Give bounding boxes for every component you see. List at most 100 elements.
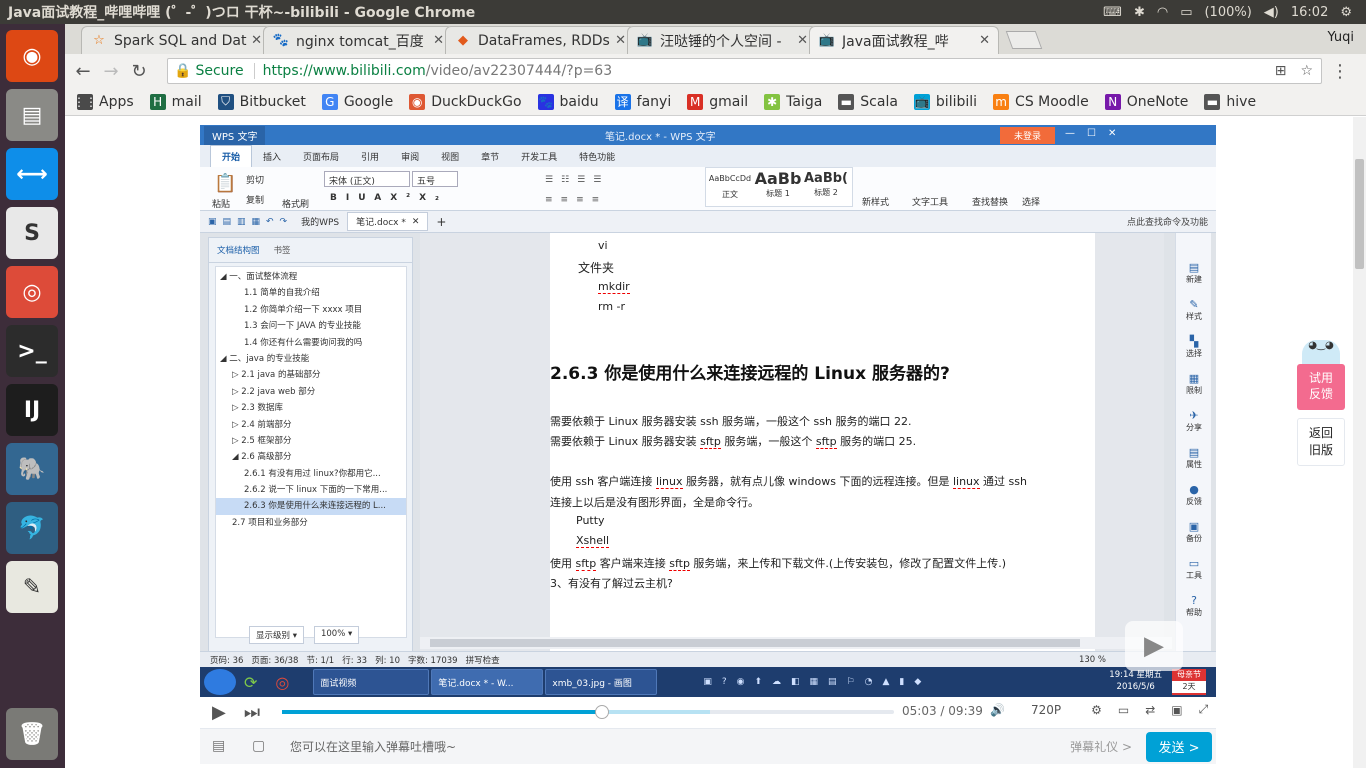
doc-hscrollbar[interactable] xyxy=(420,637,1172,649)
forward-icon[interactable]: → xyxy=(97,61,125,82)
danmaku-etiquette-link[interactable]: 弹幕礼仪 > xyxy=(1070,738,1132,755)
progress-bar[interactable] xyxy=(282,705,894,719)
ribbon-tab[interactable]: 开始 xyxy=(210,145,253,167)
loop-icon[interactable]: ⇄ xyxy=(1145,703,1155,717)
start-button[interactable] xyxy=(204,669,236,695)
power-icon[interactable]: ⚙ xyxy=(1340,5,1352,20)
outline-item[interactable]: ▷ 2.1 java 的基础部分 xyxy=(216,367,406,383)
new-doc-icon[interactable]: + xyxy=(436,215,446,229)
ubuntu-icon[interactable]: ◉ xyxy=(6,30,58,82)
find-replace-button[interactable]: 查找替换 xyxy=(972,195,1008,208)
intellij-icon[interactable]: IJ xyxy=(6,384,58,436)
side-panel-item[interactable]: ▤ 新建 xyxy=(1176,261,1212,285)
taskbar-item[interactable]: xmb_03.jpg - 画图 xyxy=(545,669,658,695)
side-panel-item[interactable]: ✈ 分享 xyxy=(1176,409,1212,433)
document-page[interactable]: vi 文件夹 mkdir rm -r 2.6.3 你是使用什么来连接远程的 Li… xyxy=(550,233,1095,655)
fullscreen-icon[interactable]: ⤢ xyxy=(1199,702,1209,717)
slack-icon[interactable]: S xyxy=(6,207,58,259)
bookmark-cs-moodle[interactable]: m CS Moodle xyxy=(993,93,1089,110)
danmaku-input[interactable]: 您可以在这里输入弹幕吐槽哦~ xyxy=(290,738,1070,755)
widescreen-icon[interactable]: ▣ xyxy=(1171,703,1182,717)
side-panel-item[interactable]: ✎ 样式 xyxy=(1176,298,1212,322)
wps-login-button[interactable]: 未登录 xyxy=(1000,127,1056,144)
paste-label[interactable]: 粘贴 xyxy=(212,197,230,210)
trash-icon[interactable]: 🗑 xyxy=(6,708,58,760)
tab[interactable]: 📺 汪哒锤的个人空间 - ✕ xyxy=(627,26,817,54)
taskbar-item[interactable]: 笔记.docx * - W... xyxy=(431,669,544,695)
tray-icons[interactable]: ▣?◉⬆☁◧▦▤⚐◔▲▮◆ xyxy=(703,677,931,687)
settings-gear-icon[interactable]: ⚙ xyxy=(1091,703,1102,717)
maximize-icon[interactable]: ☐ xyxy=(1087,128,1096,139)
outline-item[interactable]: ◢ 二、java 的专业技能 xyxy=(216,351,406,367)
back-icon[interactable]: ← xyxy=(69,61,97,82)
format-buttons[interactable]: BIUAX²X₂ xyxy=(330,193,448,203)
files-icon[interactable]: ▤ xyxy=(6,89,58,141)
font-size-select[interactable]: 五号 xyxy=(412,171,458,187)
play-icon[interactable]: ▶ xyxy=(212,702,226,723)
url-text[interactable]: https://www.bilibili.com/video/av2230744… xyxy=(263,63,613,79)
close-tab-icon[interactable]: ✕ xyxy=(412,217,420,227)
side-panel-item[interactable]: ▤ 属性 xyxy=(1176,446,1212,470)
back-to-old-button[interactable]: 返回旧版 xyxy=(1297,418,1345,466)
video-player[interactable]: WPS 文字 笔记.docx * - WPS 文字 未登录 — ☐ ✕ 开始 插入 页面… xyxy=(200,125,1216,697)
chrome-task-icon[interactable]: ◎ xyxy=(275,673,289,692)
bookmark-hive[interactable]: ▬ hive xyxy=(1204,93,1256,110)
close-tab-icon[interactable]: ✕ xyxy=(797,33,808,48)
outline-item[interactable]: 2.6.2 说一下 linux 下面的一下常用... xyxy=(216,482,406,498)
ribbon-tab[interactable]: 特色功能 xyxy=(568,146,626,167)
text-editor-icon[interactable]: ✎ xyxy=(6,561,58,613)
wps-app-menu[interactable]: WPS 文字 xyxy=(204,125,266,145)
bookmark-duckduckgo[interactable]: ◉ DuckDuckGo xyxy=(409,93,522,110)
reload-icon[interactable]: ↻ xyxy=(125,61,153,82)
ribbon-tab[interactable]: 页面布局 xyxy=(292,146,350,167)
bookmark-gmail[interactable]: Mgmail xyxy=(687,93,748,110)
profile-name[interactable]: Yuqi xyxy=(1327,30,1354,45)
terminal-icon[interactable]: >_ xyxy=(6,325,58,377)
quality-select[interactable]: 720P xyxy=(1031,703,1061,717)
bookmark-google[interactable]: G Google xyxy=(321,93,393,110)
quick-access-icons[interactable]: ▣▤▥▦↶↷ xyxy=(208,217,293,227)
bookmark-fanyi[interactable]: 译 fanyi xyxy=(614,93,671,110)
outline-item[interactable]: ▷ 2.2 java web 部分 xyxy=(216,384,406,400)
next-icon[interactable]: ⏭ xyxy=(244,702,260,723)
wifi-icon[interactable]: ◠ xyxy=(1157,5,1168,20)
select-button[interactable]: 选择 xyxy=(1022,195,1040,208)
ribbon-tab[interactable]: 视图 xyxy=(430,146,470,167)
danmaku-style-icon[interactable]: ▤ xyxy=(212,738,225,754)
new-style-button[interactable]: 新样式 xyxy=(862,195,889,208)
taskbar-item[interactable]: 面试视频 xyxy=(313,669,430,695)
volume-icon[interactable]: 🔊 xyxy=(990,703,1005,717)
paste-icon[interactable]: 📋 xyxy=(214,173,236,194)
progress-knob[interactable] xyxy=(595,705,610,719)
outline-item[interactable]: 2.7 项目和业务部分 xyxy=(216,515,406,531)
postgres-icon[interactable]: 🐘 xyxy=(6,443,58,495)
close-tab-icon[interactable]: ✕ xyxy=(433,33,444,48)
teamviewer-icon[interactable]: ⟷ xyxy=(6,148,58,200)
ribbon-tab[interactable]: 审阅 xyxy=(390,146,430,167)
send-danmaku-button[interactable]: 发送 > xyxy=(1146,731,1212,762)
bookmark-mail[interactable]: Hmail xyxy=(149,93,202,110)
text-tools-button[interactable]: 文字工具 xyxy=(912,195,948,208)
outline-item[interactable]: ▷ 2.4 前端部分 xyxy=(216,417,406,433)
paragraph-buttons[interactable]: ☰☷☰☰ xyxy=(545,175,609,185)
nav-zoom-select[interactable]: 100% ▾ xyxy=(313,626,360,644)
taskbar-clock[interactable]: 19:14 星期五 2016/5/6 xyxy=(1109,669,1162,693)
bookmark-bilibili[interactable]: 📺 bilibili xyxy=(913,93,977,110)
settings-icon[interactable]: ✱ xyxy=(1134,5,1145,20)
side-panel-item[interactable]: ▭ 工具 xyxy=(1176,557,1212,581)
ribbon-tab[interactable]: 章节 xyxy=(470,146,510,167)
bookmark-taiga[interactable]: ✱ Taiga xyxy=(764,93,822,110)
volume-icon[interactable]: ◀) xyxy=(1264,5,1279,20)
tab[interactable]: 📺 Java面试教程_哔 ✕ xyxy=(809,26,999,54)
outline-item[interactable]: 1.2 你简单介绍一下 xxxx 项目 xyxy=(216,302,406,318)
minimize-icon[interactable]: — xyxy=(1065,128,1075,139)
outline-tab[interactable]: 文档结构图 xyxy=(217,244,260,256)
outline-item[interactable]: 1.1 简单的自我介绍 xyxy=(216,285,406,301)
bookmark-apps[interactable]: ⋮⋮ Apps xyxy=(73,93,134,110)
outline-item[interactable]: ▷ 2.3 数据库 xyxy=(216,400,406,416)
page-scrollbar[interactable] xyxy=(1353,117,1366,768)
bookmark-scala[interactable]: ▬ Scala xyxy=(838,93,898,110)
chrome-icon[interactable]: ◎ xyxy=(6,266,58,318)
video-play-overlay-icon[interactable]: ▶ xyxy=(1125,621,1183,671)
outline-item[interactable]: ◢ 一、面试整体流程 xyxy=(216,269,406,285)
